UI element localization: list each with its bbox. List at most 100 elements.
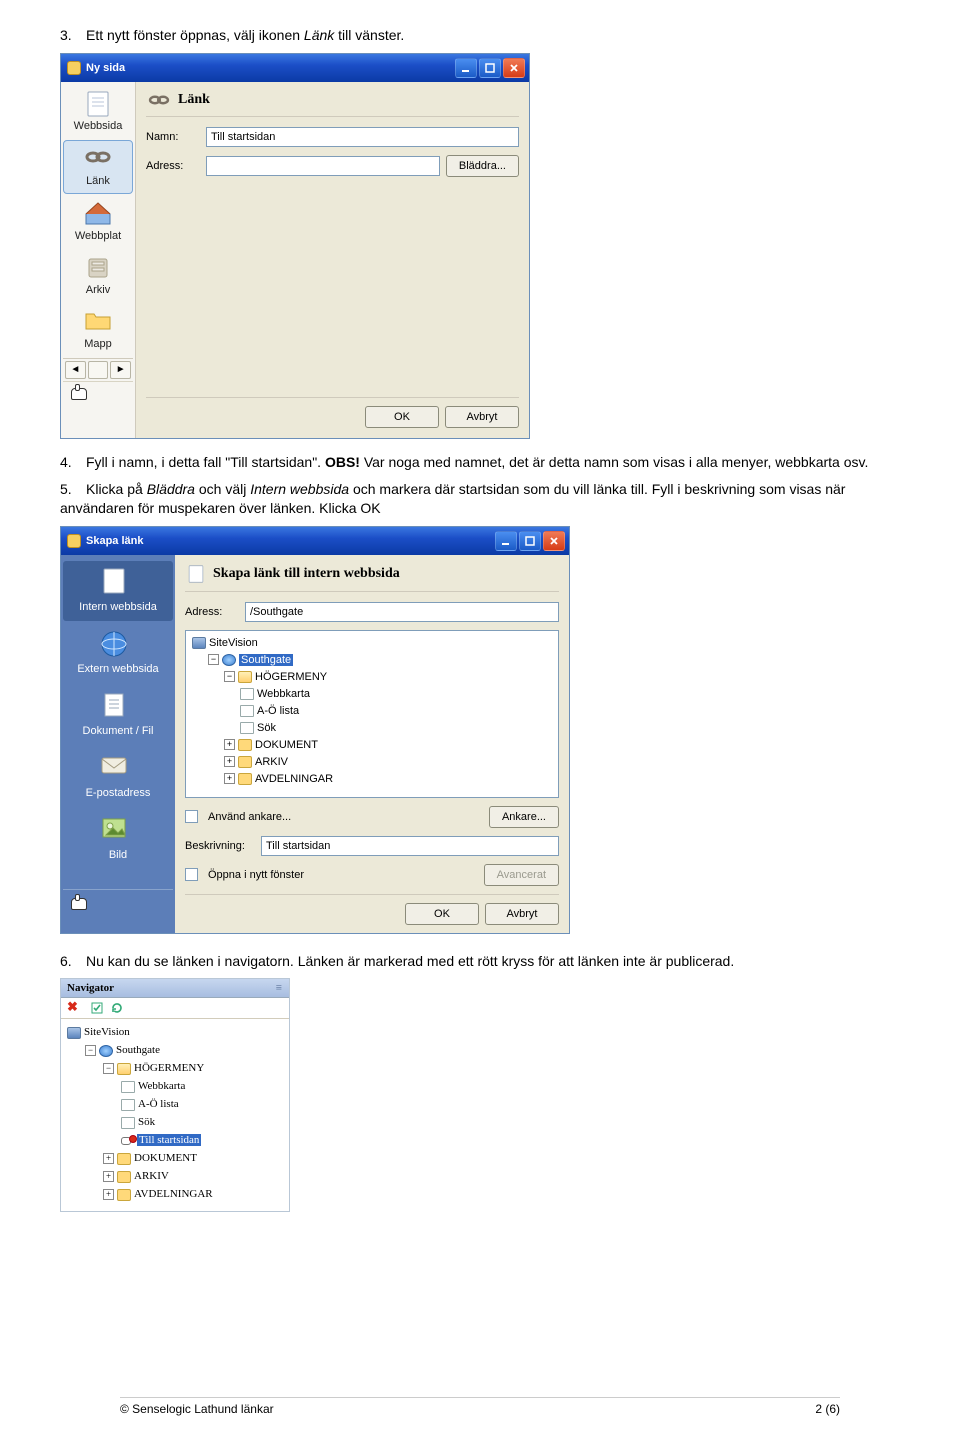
tree-node[interactable]: SiteVision	[84, 1026, 130, 1038]
input-desc[interactable]	[261, 836, 559, 856]
dialog-title: Ny sida	[86, 62, 455, 74]
sideitem-webbsida[interactable]: Webbsida	[63, 86, 133, 138]
step-text-b: till vänster.	[334, 27, 404, 43]
titlebar[interactable]: Ny sida	[61, 54, 529, 82]
sideitem-intern[interactable]: Intern webbsida	[63, 561, 173, 621]
tree-node-selected[interactable]: Till startsidan	[137, 1134, 201, 1146]
titlebar[interactable]: Skapa länk	[61, 527, 569, 555]
tree-node[interactable]: Southgate	[116, 1044, 160, 1056]
tree-node[interactable]: Sök	[138, 1116, 155, 1128]
tree-node[interactable]: AVDELNINGAR	[255, 773, 333, 785]
side-panel: Webbsida Länk Webbplat Arkiv Mapp ◄ ►	[61, 82, 136, 438]
label-address: Adress:	[146, 160, 200, 172]
sideitem-doc[interactable]: Dokument / Fil	[63, 685, 173, 745]
label-anchor: Använd ankare...	[208, 811, 483, 823]
side-label: Länk	[64, 175, 132, 187]
tree-node[interactable]: SiteVision	[209, 637, 258, 649]
cancel-button[interactable]: Avbryt	[445, 406, 519, 428]
site-icon	[67, 1027, 81, 1039]
browse-button[interactable]: Bläddra...	[446, 155, 519, 177]
sideitem-webbplats[interactable]: Webbplat	[63, 196, 133, 248]
tree-node[interactable]: ARKIV	[255, 756, 288, 768]
expand-icon[interactable]: +	[224, 773, 235, 784]
navigator-header[interactable]: Navigator ≡	[61, 979, 289, 998]
anchor-button[interactable]: Ankare...	[489, 806, 559, 828]
tree-node[interactable]: Webbkarta	[138, 1080, 185, 1092]
sideitem-arkiv[interactable]: Arkiv	[63, 250, 133, 302]
input-address[interactable]	[245, 602, 559, 622]
tree-node[interactable]: DOKUMENT	[255, 739, 318, 751]
ok-button[interactable]: OK	[365, 406, 439, 428]
step-num: 4.	[60, 453, 86, 472]
collapse-icon[interactable]: −	[103, 1063, 114, 1074]
step-text: Nu kan du se länken i navigatorn. Länken…	[86, 953, 734, 969]
refresh-icon[interactable]	[110, 1001, 124, 1015]
side-footer	[63, 889, 173, 923]
sideitem-link[interactable]: Länk	[63, 140, 133, 194]
hand-icon	[69, 386, 89, 404]
hand-icon	[69, 896, 89, 914]
tree-node[interactable]: DOKUMENT	[134, 1152, 197, 1164]
close-button[interactable]	[543, 531, 565, 551]
side-label: Mapp	[63, 338, 133, 350]
folder-icon	[117, 1189, 131, 1201]
site-tree[interactable]: SiteVision −Southgate −HÖGERMENY Webbkar…	[185, 630, 559, 798]
footer-left: © Senselogic Lathund länkar	[120, 1402, 274, 1416]
tree-node[interactable]: A-Ö lista	[138, 1098, 179, 1110]
minimize-button[interactable]	[455, 58, 477, 78]
scroll-thumb[interactable]	[88, 361, 109, 379]
picture-icon	[98, 815, 138, 845]
scroll-right-button[interactable]: ►	[110, 361, 131, 379]
expand-icon[interactable]: +	[103, 1189, 114, 1200]
tree-node-selected[interactable]: Southgate	[239, 654, 293, 666]
menu-grip-icon[interactable]: ≡	[276, 982, 283, 994]
sideitem-mapp[interactable]: Mapp	[63, 304, 133, 356]
step-3: 3.Ett nytt fönster öppnas, välj ikonen L…	[60, 26, 900, 45]
expand-icon[interactable]: +	[103, 1171, 114, 1182]
app-icon	[67, 534, 81, 548]
delete-icon[interactable]: ✖	[67, 1001, 81, 1015]
chain-link-icon	[146, 90, 172, 110]
expand-icon[interactable]: +	[224, 756, 235, 767]
expand-icon[interactable]: +	[224, 739, 235, 750]
maximize-button[interactable]	[479, 58, 501, 78]
checkbox-newwin[interactable]	[185, 868, 198, 881]
step-6: 6.Nu kan du se länken i navigatorn. Länk…	[60, 952, 900, 971]
input-address[interactable]	[206, 156, 440, 176]
ti: Intern webbsida	[250, 481, 349, 497]
sideitem-bild[interactable]: Bild	[63, 809, 173, 869]
side-scroll: ◄ ►	[63, 358, 133, 381]
collapse-icon[interactable]: −	[208, 654, 219, 665]
minimize-button[interactable]	[495, 531, 517, 551]
globe-icon	[98, 629, 138, 659]
tree-node[interactable]: HÖGERMENY	[255, 671, 327, 683]
folder-open-icon	[117, 1063, 131, 1075]
dialog-main: Länk Namn: Adress: Bläddra... OK Avbryt	[136, 82, 529, 438]
ti: Bläddra	[147, 481, 195, 497]
side-panel: Intern webbsida Extern webbsida Dokument…	[61, 555, 175, 933]
tree-node[interactable]: Webbkarta	[257, 688, 310, 700]
checkbox-anchor[interactable]	[185, 810, 198, 823]
tree-node[interactable]: A-Ö lista	[257, 705, 299, 717]
sideitem-extern[interactable]: Extern webbsida	[63, 623, 173, 683]
side-label: Webbplat	[63, 230, 133, 242]
navigator-tree[interactable]: SiteVision −Southgate −HÖGERMENY Webbkar…	[61, 1019, 289, 1211]
close-button[interactable]	[503, 58, 525, 78]
tool-icon[interactable]	[90, 1001, 104, 1015]
maximize-button[interactable]	[519, 531, 541, 551]
cancel-button[interactable]: Avbryt	[485, 903, 559, 925]
input-name[interactable]	[206, 127, 519, 147]
ok-button[interactable]: OK	[405, 903, 479, 925]
advanced-button[interactable]: Avancerat	[484, 864, 559, 886]
sideitem-mail[interactable]: E-postadress	[63, 747, 173, 807]
tree-node[interactable]: ARKIV	[134, 1170, 169, 1182]
tree-node[interactable]: AVDELNINGAR	[134, 1188, 213, 1200]
collapse-icon[interactable]: −	[85, 1045, 96, 1056]
side-label: Extern webbsida	[65, 663, 171, 675]
scroll-left-button[interactable]: ◄	[65, 361, 86, 379]
expand-icon[interactable]: +	[103, 1153, 114, 1164]
tree-node[interactable]: HÖGERMENY	[134, 1062, 204, 1074]
collapse-icon[interactable]: −	[224, 671, 235, 682]
side-label: Webbsida	[63, 120, 133, 132]
tree-node[interactable]: Sök	[257, 722, 276, 734]
